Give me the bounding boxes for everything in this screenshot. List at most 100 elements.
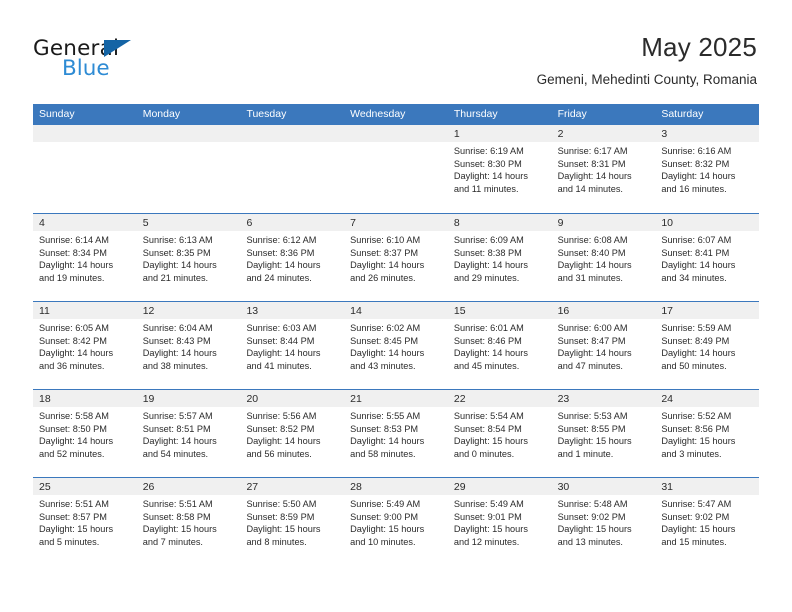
- day-info: Sunrise: 5:56 AM Sunset: 8:52 PM Dayligh…: [240, 407, 344, 460]
- day-cell[interactable]: 17 Sunrise: 5:59 AM Sunset: 8:49 PM Dayl…: [655, 302, 760, 389]
- daylight-text-line2: and 29 minutes.: [453, 272, 520, 283]
- sunrise-text: Sunrise: 5:51 AM: [142, 499, 213, 509]
- day-info: Sunrise: 5:53 AM Sunset: 8:55 PM Dayligh…: [552, 407, 656, 460]
- day-info: Sunrise: 5:50 AM Sunset: 8:59 PM Dayligh…: [240, 495, 344, 548]
- day-cell[interactable]: 27 Sunrise: 5:50 AM Sunset: 8:59 PM Dayl…: [240, 478, 345, 567]
- daylight-text-line1: Daylight: 14 hours: [246, 348, 321, 359]
- day-cell[interactable]: 8 Sunrise: 6:09 AM Sunset: 8:38 PM Dayli…: [447, 214, 552, 301]
- day-cell[interactable]: 7 Sunrise: 6:10 AM Sunset: 8:37 PM Dayli…: [344, 214, 448, 301]
- day-cell[interactable]: 30 Sunrise: 5:48 AM Sunset: 9:02 PM Dayl…: [551, 478, 656, 567]
- daylight-text-line2: and 52 minutes.: [39, 448, 105, 459]
- triangle-icon: [104, 40, 131, 57]
- daylight-text-line2: and 1 minute.: [557, 448, 614, 459]
- daylight-text-line1: Daylight: 14 hours: [246, 436, 321, 447]
- daylight-text-line2: and 14 minutes.: [557, 183, 623, 194]
- day-info: [33, 142, 137, 145]
- day-cell[interactable]: 29 Sunrise: 5:49 AM Sunset: 9:01 PM Dayl…: [447, 478, 552, 567]
- daylight-text-line1: Daylight: 14 hours: [39, 436, 114, 447]
- sunrise-text: Sunrise: 5:48 AM: [557, 499, 628, 509]
- day-info: [344, 142, 448, 145]
- daylight-text-line1: Daylight: 14 hours: [661, 348, 736, 359]
- day-cell[interactable]: 1 Sunrise: 6:19 AM Sunset: 8:30 PM Dayli…: [447, 125, 552, 213]
- day-cell[interactable]: [240, 125, 345, 213]
- daylight-text-line1: Daylight: 14 hours: [246, 260, 321, 271]
- day-cell[interactable]: 28 Sunrise: 5:49 AM Sunset: 9:00 PM Dayl…: [344, 478, 448, 567]
- daylight-text-line2: and 41 minutes.: [246, 360, 312, 371]
- day-cell[interactable]: 10 Sunrise: 6:07 AM Sunset: 8:41 PM Dayl…: [655, 214, 760, 301]
- sunrise-text: Sunrise: 5:59 AM: [661, 323, 732, 333]
- day-number: 4: [33, 214, 137, 231]
- sunrise-text: Sunrise: 6:17 AM: [557, 146, 628, 156]
- day-number: 5: [136, 214, 241, 231]
- day-cell[interactable]: 16 Sunrise: 6:00 AM Sunset: 8:47 PM Dayl…: [551, 302, 656, 389]
- sunrise-text: Sunrise: 5:51 AM: [39, 499, 109, 509]
- sunrise-text: Sunrise: 5:57 AM: [142, 411, 213, 421]
- day-number: [344, 125, 448, 142]
- daylight-text-line2: and 0 minutes.: [453, 448, 515, 459]
- day-cell[interactable]: 2 Sunrise: 6:17 AM Sunset: 8:31 PM Dayli…: [551, 125, 656, 213]
- day-cell[interactable]: 15 Sunrise: 6:01 AM Sunset: 8:46 PM Dayl…: [447, 302, 552, 389]
- day-number: 15: [447, 302, 552, 319]
- day-cell[interactable]: [344, 125, 448, 213]
- daylight-text-line2: and 8 minutes.: [246, 536, 307, 547]
- day-cell[interactable]: 20 Sunrise: 5:56 AM Sunset: 8:52 PM Dayl…: [240, 390, 345, 477]
- day-cell[interactable]: 11 Sunrise: 6:05 AM Sunset: 8:42 PM Dayl…: [33, 302, 137, 389]
- day-cell[interactable]: 12 Sunrise: 6:04 AM Sunset: 8:43 PM Dayl…: [136, 302, 241, 389]
- day-cell[interactable]: 13 Sunrise: 6:03 AM Sunset: 8:44 PM Dayl…: [240, 302, 345, 389]
- day-number: 1: [447, 125, 552, 142]
- daylight-text-line2: and 54 minutes.: [142, 448, 209, 459]
- daylight-text-line1: Daylight: 15 hours: [39, 524, 114, 535]
- sunset-text: Sunset: 8:49 PM: [661, 335, 730, 346]
- day-cell[interactable]: [136, 125, 241, 213]
- daylight-text-line2: and 7 minutes.: [142, 536, 203, 547]
- day-cell[interactable]: 31 Sunrise: 5:47 AM Sunset: 9:02 PM Dayl…: [655, 478, 760, 567]
- daylight-text-line1: Daylight: 14 hours: [142, 436, 217, 447]
- daylight-text-line2: and 47 minutes.: [557, 360, 623, 371]
- day-info: Sunrise: 6:01 AM Sunset: 8:46 PM Dayligh…: [448, 319, 552, 372]
- day-cell[interactable]: 6 Sunrise: 6:12 AM Sunset: 8:36 PM Dayli…: [240, 214, 345, 301]
- weekday-header-wednesday: Wednesday: [350, 108, 406, 120]
- sunset-text: Sunset: 8:41 PM: [661, 247, 730, 258]
- day-cell[interactable]: 3 Sunrise: 6:16 AM Sunset: 8:32 PM Dayli…: [655, 125, 760, 213]
- daylight-text-line2: and 58 minutes.: [350, 448, 416, 459]
- sunset-text: Sunset: 8:59 PM: [246, 511, 315, 522]
- day-cell[interactable]: 9 Sunrise: 6:08 AM Sunset: 8:40 PM Dayli…: [551, 214, 656, 301]
- day-cell[interactable]: 21 Sunrise: 5:55 AM Sunset: 8:53 PM Dayl…: [344, 390, 448, 477]
- day-cell[interactable]: 22 Sunrise: 5:54 AM Sunset: 8:54 PM Dayl…: [447, 390, 552, 477]
- day-cell[interactable]: 23 Sunrise: 5:53 AM Sunset: 8:55 PM Dayl…: [551, 390, 656, 477]
- day-cell[interactable]: 14 Sunrise: 6:02 AM Sunset: 8:45 PM Dayl…: [344, 302, 448, 389]
- day-info: Sunrise: 6:07 AM Sunset: 8:41 PM Dayligh…: [655, 231, 759, 284]
- day-cell[interactable]: 24 Sunrise: 5:52 AM Sunset: 8:56 PM Dayl…: [655, 390, 760, 477]
- day-cell[interactable]: 18 Sunrise: 5:58 AM Sunset: 8:50 PM Dayl…: [33, 390, 137, 477]
- day-number: 28: [344, 478, 448, 495]
- page-title: May 2025: [641, 32, 757, 62]
- daylight-text-line2: and 43 minutes.: [350, 360, 416, 371]
- week-row: 25 Sunrise: 5:51 AM Sunset: 8:57 PM Dayl…: [33, 477, 760, 567]
- day-cell[interactable]: 25 Sunrise: 5:51 AM Sunset: 8:57 PM Dayl…: [33, 478, 137, 567]
- day-info: Sunrise: 5:58 AM Sunset: 8:50 PM Dayligh…: [33, 407, 137, 460]
- sunset-text: Sunset: 8:32 PM: [661, 158, 730, 169]
- sunset-text: Sunset: 9:02 PM: [557, 511, 626, 522]
- day-cell[interactable]: 5 Sunrise: 6:13 AM Sunset: 8:35 PM Dayli…: [136, 214, 241, 301]
- sunset-text: Sunset: 9:02 PM: [661, 511, 730, 522]
- day-info: Sunrise: 5:59 AM Sunset: 8:49 PM Dayligh…: [655, 319, 759, 372]
- day-cell[interactable]: 4 Sunrise: 6:14 AM Sunset: 8:34 PM Dayli…: [33, 214, 137, 301]
- sunrise-text: Sunrise: 6:02 AM: [350, 323, 421, 333]
- day-info: Sunrise: 5:49 AM Sunset: 9:00 PM Dayligh…: [344, 495, 448, 548]
- day-cell[interactable]: 26 Sunrise: 5:51 AM Sunset: 8:58 PM Dayl…: [136, 478, 241, 567]
- daylight-text-line2: and 31 minutes.: [557, 272, 623, 283]
- daylight-text-line1: Daylight: 14 hours: [557, 171, 632, 182]
- day-info: Sunrise: 6:17 AM Sunset: 8:31 PM Dayligh…: [552, 142, 656, 195]
- sunset-text: Sunset: 8:58 PM: [142, 511, 211, 522]
- day-info: [240, 142, 344, 145]
- day-cell[interactable]: 19 Sunrise: 5:57 AM Sunset: 8:51 PM Dayl…: [136, 390, 241, 477]
- brand-logo[interactable]: General Blue: [33, 38, 213, 86]
- weekday-header-thursday: Thursday: [453, 108, 498, 120]
- day-cell[interactable]: [33, 125, 137, 213]
- sunrise-text: Sunrise: 5:49 AM: [453, 499, 524, 509]
- day-info: Sunrise: 6:03 AM Sunset: 8:44 PM Dayligh…: [240, 319, 344, 372]
- day-number: 11: [33, 302, 137, 319]
- daylight-text-line1: Daylight: 15 hours: [142, 524, 217, 535]
- day-info: Sunrise: 6:04 AM Sunset: 8:43 PM Dayligh…: [137, 319, 241, 372]
- daylight-text-line2: and 21 minutes.: [142, 272, 209, 283]
